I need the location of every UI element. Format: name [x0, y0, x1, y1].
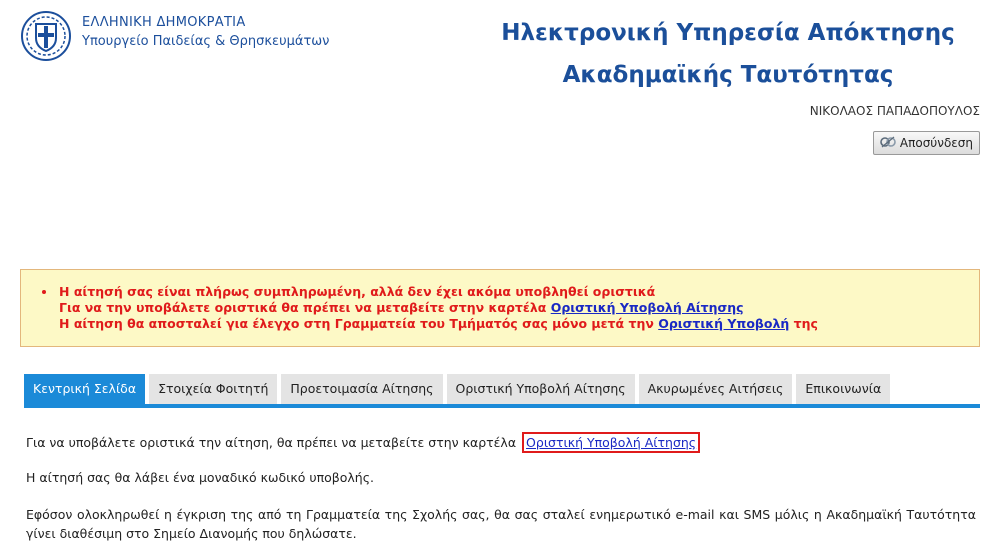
notice-final-submission-link[interactable]: Οριστική Υποβολή Αίτησης	[551, 300, 744, 315]
page-title: Ηλεκτρονική Υπηρεσία Απόκτησης Ακαδημαϊκ…	[498, 12, 958, 96]
tab-application-preparation[interactable]: Προετοιμασία Αίτησης	[281, 374, 443, 404]
greek-coat-of-arms-icon	[20, 10, 72, 62]
page-title-line-1: Ηλεκτρονική Υπηρεσία Απόκτησης	[501, 20, 955, 46]
content-paragraph-2: Η αίτησή σας θα λάβει ένα μοναδικό κωδικ…	[26, 470, 375, 485]
final-submission-link[interactable]: Οριστική Υποβολή Αίτησης	[522, 432, 701, 453]
tab-cancelled-applications[interactable]: Ακυρωμένες Αιτήσεις	[638, 374, 793, 404]
ministry-logo-text: ΕΛΛΗΝΙΚΗ ΔΗΜΟΚΡΑΤΙΑ Υπουργείο Παιδείας &…	[82, 14, 329, 50]
content-paragraph-1-text: Για να υποβάλετε οριστικά την αίτηση, θα…	[26, 435, 517, 450]
notice-item: Η αίτησή σας είναι πλήρως συμπληρωμένη, …	[57, 284, 979, 332]
notice-line-3-text: Η αίτηση θα αποσταλεί για έλεγχο στη Γρα…	[59, 316, 654, 331]
logo-line-2: Υπουργείο Παιδείας & Θρησκευμάτων	[82, 34, 330, 49]
notice-line-3-suffix: της	[793, 316, 818, 331]
logout-button[interactable]: Αποσύνδεση	[872, 131, 980, 155]
page-title-line-2: Ακαδημαϊκής Ταυτότητας	[562, 62, 894, 88]
logout-icon	[880, 135, 896, 152]
notice-line-2: Για να την υποβάλετε οριστικά θα πρέπει …	[57, 300, 979, 316]
user-name: ΝΙΚΟΛΑΟΣ ΠΑΠΑΔΟΠΟΥΛΟΣ	[809, 104, 980, 118]
notice-line-2-text: Για να την υποβάλετε οριστικά θα πρέπει …	[59, 300, 547, 315]
page-header: ΕΛΛΗΝΙΚΗ ΔΗΜΟΚΡΑΤΙΑ Υπουργείο Παιδείας &…	[0, 0, 998, 100]
tab-final-submission[interactable]: Οριστική Υποβολή Αίτησης	[446, 374, 635, 404]
submission-warning-notice: Η αίτησή σας είναι πλήρως συμπληρωμένη, …	[20, 269, 980, 347]
tab-student-details[interactable]: Στοιχεία Φοιτητή	[149, 374, 278, 404]
logout-label: Αποσύνδεση	[899, 136, 973, 150]
logo-line-1: ΕΛΛΗΝΙΚΗ ΔΗΜΟΚΡΑΤΙΑ	[82, 15, 246, 30]
content-paragraph-3: Εφόσον ολοκληρωθεί η έγκριση της από τη …	[26, 507, 976, 541]
main-tabs: Κεντρική Σελίδα Στοιχεία Φοιτητή Προετοι…	[24, 374, 980, 408]
notice-final-submit-link[interactable]: Οριστική Υποβολή	[658, 316, 789, 331]
content-paragraph-1: Για να υποβάλετε οριστικά την αίτηση, θα…	[26, 432, 701, 453]
tab-contact[interactable]: Επικοινωνία	[796, 374, 891, 404]
tab-home[interactable]: Κεντρική Σελίδα	[24, 374, 146, 404]
notice-line-3: Η αίτηση θα αποσταλεί για έλεγχο στη Γρα…	[57, 316, 979, 332]
notice-line-1: Η αίτησή σας είναι πλήρως συμπληρωμένη, …	[59, 284, 656, 299]
